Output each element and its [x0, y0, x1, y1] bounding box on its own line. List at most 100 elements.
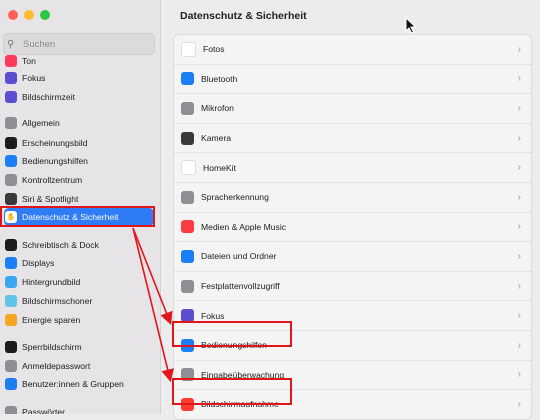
- permission-row[interactable]: Bluetooth ›: [174, 65, 531, 95]
- key-icon: [5, 406, 17, 414]
- microphone-icon: [181, 101, 194, 115]
- sidebar-item-label: Allgemein: [22, 118, 60, 128]
- speaker-icon: [5, 55, 17, 67]
- sidebar: ⚲ Ton Fokus Bildschirmzeit Allgemein Erschei…: [0, 0, 161, 414]
- chevron-right-icon: ›: [517, 191, 521, 203]
- accessibility-icon: [5, 155, 17, 167]
- sidebar-item[interactable]: Ton: [4, 52, 154, 70]
- control-center-icon: [5, 174, 17, 186]
- sidebar-item[interactable]: Passwörter: [4, 403, 154, 414]
- sidebar-item[interactable]: Allgemein: [4, 114, 154, 132]
- sidebar-item-label: Sperrbildschirm: [22, 342, 82, 352]
- chevron-right-icon: ›: [517, 398, 521, 410]
- permission-row-label: Fotos: [203, 44, 225, 55]
- chevron-right-icon: ›: [517, 250, 521, 262]
- battery-icon: [5, 314, 17, 326]
- main-pane: Datenschutz & Sicherheit Fotos › Bluetooth…: [161, 0, 540, 420]
- zoom-window-button[interactable]: [40, 10, 50, 20]
- window-controls: [8, 10, 50, 20]
- sidebar-item-label: Erscheinungsbild: [22, 138, 88, 148]
- lock-icon: [5, 360, 17, 372]
- highlight-box-bedienungshilfen: [172, 321, 292, 347]
- sidebar-item[interactable]: Bildschirmschoner: [4, 292, 154, 310]
- sidebar-item-label: Bildschirmschoner: [22, 296, 93, 306]
- chevron-right-icon: ›: [517, 339, 521, 351]
- siri-icon: [5, 193, 17, 205]
- sidebar-item[interactable]: Bedienungshilfen: [4, 152, 154, 170]
- sidebar-item-label: Schreibtisch & Dock: [22, 240, 99, 250]
- chevron-right-icon: ›: [517, 132, 521, 144]
- chevron-right-icon: ›: [517, 43, 521, 55]
- close-window-button[interactable]: [8, 10, 18, 20]
- sidebar-item-label: Hintergrundbild: [22, 277, 81, 287]
- moon-icon: [5, 72, 17, 84]
- sidebar-item-label: Bildschirmzeit: [22, 92, 76, 102]
- chevron-right-icon: ›: [517, 221, 521, 233]
- sidebar-item-label: Anmeldepasswort: [22, 361, 91, 371]
- permission-row[interactable]: Medien & Apple Music ›: [174, 213, 531, 243]
- permission-row-label: Dateien und Ordner: [201, 251, 277, 262]
- permission-row[interactable]: Spracherkennung ›: [174, 183, 531, 213]
- permission-row[interactable]: HomeKit ›: [174, 153, 531, 183]
- permission-row[interactable]: Kamera ›: [174, 124, 531, 154]
- sidebar-item-label: Kontrollzentrum: [22, 175, 83, 185]
- wallpaper-icon: [5, 276, 17, 288]
- search-icon: ⚲: [7, 38, 15, 50]
- chevron-right-icon: ›: [517, 310, 521, 322]
- users-icon: [5, 378, 17, 390]
- chevron-right-icon: ›: [517, 102, 521, 114]
- chevron-right-icon: ›: [517, 162, 521, 174]
- permission-row[interactable]: Dateien und Ordner ›: [174, 242, 531, 272]
- permission-row[interactable]: Mikrofon ›: [174, 94, 531, 124]
- permission-row[interactable]: Fotos ›: [174, 35, 531, 65]
- permission-row-label: Kamera: [201, 133, 232, 144]
- permission-row-label: Bluetooth: [201, 73, 238, 84]
- waveform-icon: [181, 190, 194, 204]
- sidebar-item-label: Siri & Spotlight: [22, 194, 79, 204]
- permission-row[interactable]: Festplattenvollzugriff ›: [174, 272, 531, 302]
- page-title: Datenschutz & Sicherheit: [180, 10, 307, 22]
- highlight-box-bildschirmaufnahme: [172, 378, 292, 405]
- sidebar-item[interactable]: Energie sparen: [4, 311, 154, 329]
- sidebar-item[interactable]: Hintergrundbild: [4, 273, 154, 291]
- dock-icon: [5, 239, 17, 251]
- chevron-right-icon: ›: [517, 280, 521, 292]
- camera-icon: [181, 131, 194, 145]
- folder-icon: [181, 249, 194, 263]
- sidebar-item[interactable]: Fokus: [4, 69, 154, 87]
- mouse-cursor-icon: [405, 17, 417, 34]
- gear-icon: [5, 117, 17, 129]
- sidebar-item[interactable]: Anmeldepasswort: [4, 357, 154, 375]
- sidebar-item[interactable]: Schreibtisch & Dock: [4, 236, 154, 254]
- sidebar-item[interactable]: Displays: [4, 254, 154, 272]
- sidebar-item-label: Displays: [22, 258, 55, 268]
- sidebar-item-label: Bedienungshilfen: [22, 156, 88, 166]
- sidebar-item-label: Ton: [22, 56, 36, 66]
- permission-row-label: Spracherkennung: [201, 192, 269, 203]
- permission-row-label: Festplattenvollzugriff: [201, 281, 280, 292]
- permission-row-label: HomeKit: [203, 162, 236, 173]
- sun-icon: [5, 257, 17, 269]
- music-icon: [181, 220, 194, 234]
- permission-row-label: Mikrofon: [201, 103, 234, 114]
- appearance-icon: [5, 137, 17, 149]
- minimize-window-button[interactable]: [24, 10, 34, 20]
- permission-row-label: Fokus: [201, 310, 225, 321]
- photos-icon: [181, 41, 196, 57]
- disk-icon: [181, 279, 194, 293]
- search-input[interactable]: [21, 38, 143, 50]
- sidebar-item[interactable]: Kontrollzentrum: [4, 171, 154, 189]
- home-icon: [181, 160, 196, 176]
- sidebar-item-label: Passwörter: [22, 407, 65, 414]
- chevron-right-icon: ›: [517, 369, 521, 381]
- chevron-right-icon: ›: [517, 73, 521, 85]
- highlight-box-datenschutz: [0, 206, 155, 227]
- sidebar-item-label: Energie sparen: [22, 315, 81, 325]
- screensaver-icon: [5, 295, 17, 307]
- bluetooth-icon: [181, 72, 194, 86]
- sidebar-item[interactable]: Erscheinungsbild: [4, 134, 154, 152]
- sidebar-item[interactable]: Benutzer:innen & Gruppen: [4, 375, 154, 393]
- sidebar-item[interactable]: Bildschirmzeit: [4, 88, 154, 106]
- hourglass-icon: [5, 91, 17, 103]
- sidebar-item[interactable]: Sperrbildschirm: [4, 338, 154, 356]
